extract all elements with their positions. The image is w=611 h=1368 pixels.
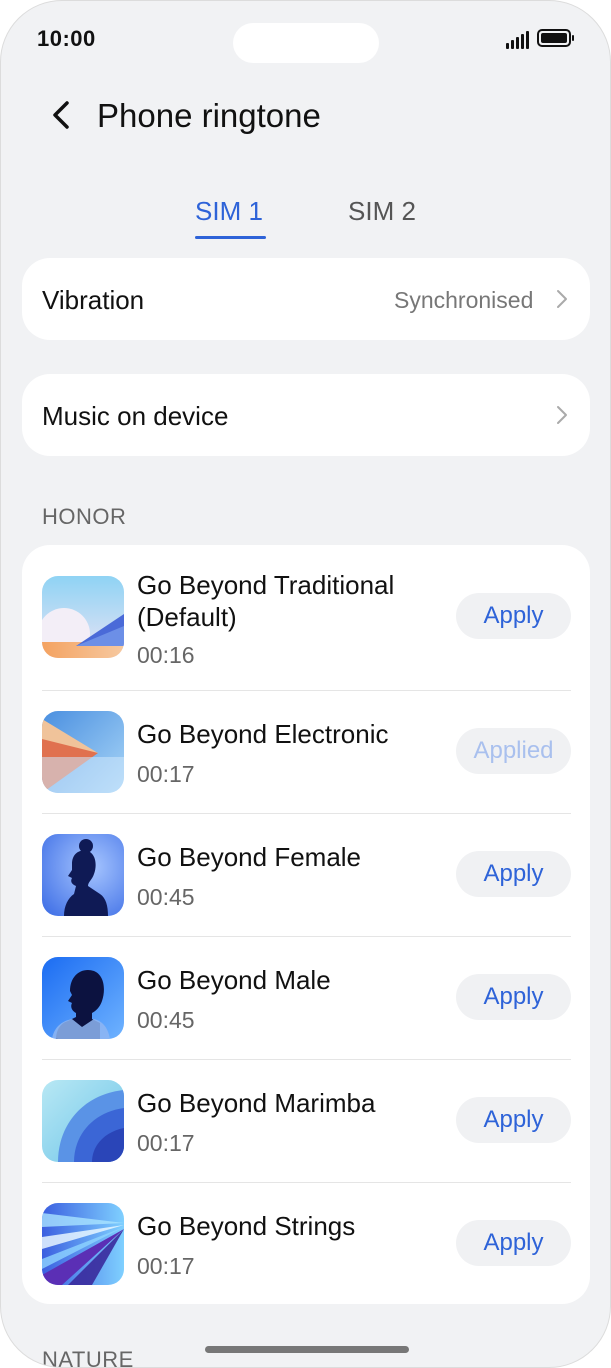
section-label-nature: NATURE <box>42 1347 134 1368</box>
apply-button[interactable]: Apply <box>456 1220 571 1266</box>
home-indicator[interactable] <box>205 1346 409 1353</box>
apply-button[interactable]: Apply <box>456 974 571 1020</box>
song-title: Go Beyond Female <box>137 842 362 872</box>
apply-button[interactable]: Apply <box>456 593 571 639</box>
song-duration: 00:17 <box>137 1253 195 1279</box>
apply-button[interactable]: Apply <box>456 1097 571 1143</box>
chevron-right-icon <box>557 406 567 424</box>
marimba-arc-icon <box>42 1080 124 1162</box>
song-title: Go Beyond Marimba <box>137 1088 376 1118</box>
camera-notch <box>233 23 379 63</box>
music-on-device-card: Music on device <box>22 374 590 456</box>
apply-button[interactable]: Apply <box>456 851 571 897</box>
tab-sim-1[interactable]: SIM 1 <box>195 196 263 227</box>
sim-tabs: SIM 1 SIM 2 <box>1 191 610 241</box>
page-header: Phone ringtone <box>1 89 610 145</box>
song-duration: 00:17 <box>137 761 195 787</box>
list-item[interactable]: Go Beyond Male 00:45 Apply <box>22 937 590 1059</box>
tab-sim-2[interactable]: SIM 2 <box>348 196 416 227</box>
phone-frame: 10:00 Phone ringtone SIM 1 SIM 2 Vibrati… <box>0 0 611 1368</box>
active-tab-indicator <box>195 236 266 239</box>
status-time: 10:00 <box>37 26 96 51</box>
vibration-card: Vibration Synchronised <box>22 258 590 340</box>
list-item[interactable]: Go Beyond Electronic 00:17 Applied <box>22 691 590 813</box>
battery-icon <box>537 29 574 47</box>
applied-button[interactable]: Applied <box>456 728 571 774</box>
list-item[interactable]: Go Beyond Traditional (Default) 00:16 Ap… <box>22 545 590 690</box>
vibration-value: Synchronised <box>394 287 534 313</box>
song-duration: 00:45 <box>137 1007 195 1033</box>
back-arrow-icon <box>53 101 69 129</box>
strings-rays-icon <box>42 1203 124 1285</box>
status-bar: 10:00 <box>1 1 610 81</box>
page-title: Phone ringtone <box>97 97 321 134</box>
music-on-device-label: Music on device <box>42 401 229 431</box>
song-duration: 00:17 <box>137 1130 195 1156</box>
female-silhouette-icon <box>42 834 124 916</box>
music-on-device-row[interactable]: Music on device <box>22 374 590 456</box>
signal-icon <box>506 31 530 49</box>
landscape-pastel-icon <box>42 576 124 658</box>
geometric-electronic-icon <box>42 711 124 793</box>
song-title: Go Beyond Strings <box>137 1211 356 1241</box>
back-button[interactable] <box>41 95 81 135</box>
song-duration: 00:16 <box>137 642 195 668</box>
list-item[interactable]: Go Beyond Marimba 00:17 Apply <box>22 1060 590 1182</box>
song-duration: 00:45 <box>137 884 195 910</box>
male-silhouette-icon <box>42 957 124 1039</box>
song-title: Go Beyond Male <box>137 965 331 995</box>
vibration-label: Vibration <box>42 285 145 315</box>
list-item[interactable]: Go Beyond Strings 00:17 Apply <box>22 1183 590 1304</box>
song-title: Go Beyond Electronic <box>137 719 389 749</box>
ringtone-list: Go Beyond Traditional (Default) 00:16 Ap… <box>22 545 590 1304</box>
list-item[interactable]: Go Beyond Female 00:45 Apply <box>22 814 590 936</box>
section-label-honor: HONOR <box>42 504 127 529</box>
chevron-right-icon <box>557 290 567 308</box>
song-title: Go Beyond Traditional (Default) <box>137 570 395 632</box>
vibration-row[interactable]: Vibration Synchronised <box>22 258 590 340</box>
